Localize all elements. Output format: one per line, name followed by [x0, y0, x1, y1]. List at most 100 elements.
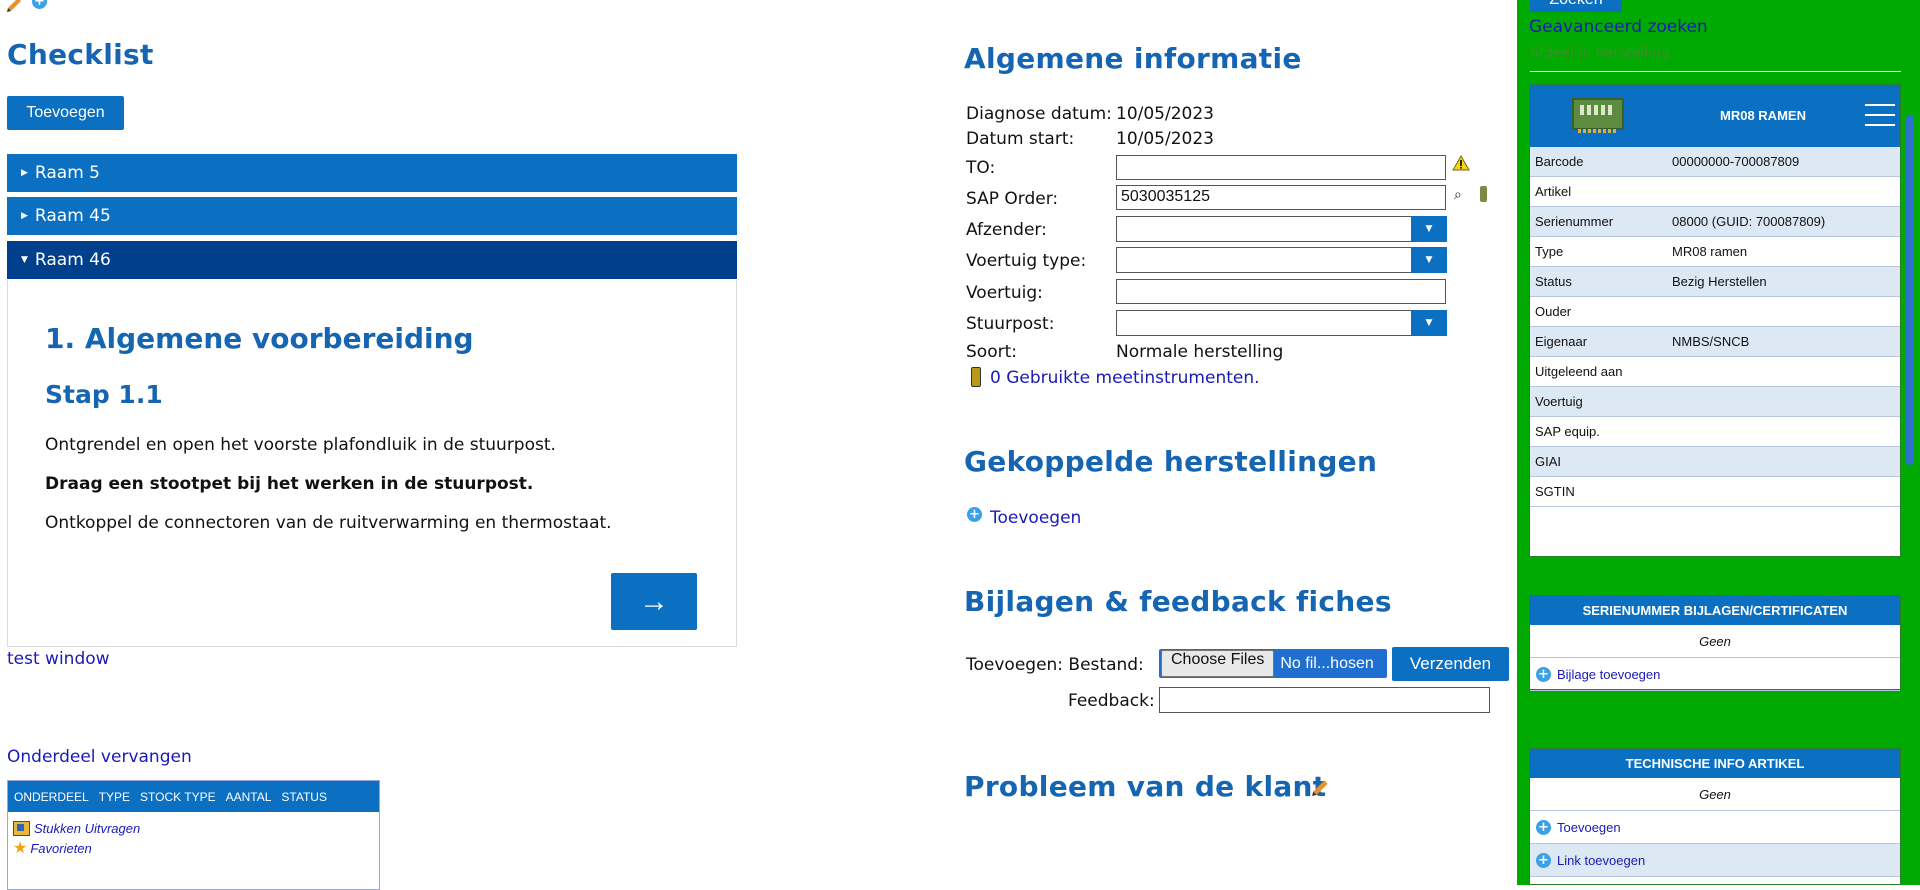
column-header[interactable]: STOCK TYPE: [140, 790, 216, 804]
technische-info-card: TECHNISCHE INFO ARTIKEL Geen + Toevoegen…: [1529, 748, 1901, 885]
info-value: 00000000-700087809: [1672, 154, 1800, 169]
soort-value: Normale herstelling: [1116, 342, 1284, 362]
sidebar-divider: [1530, 71, 1901, 72]
algemene-informatie-title: Algemene informatie: [964, 42, 1302, 75]
test-window-link[interactable]: test window: [7, 649, 110, 669]
info-row: SAP equip.: [1530, 417, 1900, 447]
datum-start-value: 10/05/2023: [1116, 129, 1214, 149]
info-row: Status Bezig Herstellen: [1530, 267, 1900, 297]
accordion-label: Raam 5: [34, 163, 100, 183]
star-icon: ★: [13, 840, 28, 857]
add-circle-icon: +: [1536, 666, 1551, 682]
zoeken-button[interactable]: Zoeken: [1530, 0, 1622, 12]
add-herstelling-link[interactable]: Toevoegen: [990, 508, 1081, 528]
link-label: Toevoegen: [1557, 819, 1621, 835]
column-header[interactable]: AANTAL: [226, 790, 272, 804]
voertuig-type-label: Voertuig type:: [966, 251, 1087, 271]
add-circle-icon[interactable]: +: [967, 507, 982, 522]
add-circle-icon: +: [1536, 819, 1551, 835]
accordion-raam-5[interactable]: ▶ Raam 5: [7, 154, 737, 193]
stuurpost-select[interactable]: ▼: [1116, 310, 1447, 336]
soort-label: Soort:: [966, 342, 1017, 362]
info-row: Barcode 00000000-700087809: [1530, 147, 1900, 177]
afdeel-link[interactable]: Afdeel in herstelling: [1530, 45, 1670, 61]
pencil-icon[interactable]: [1311, 776, 1331, 796]
sap-order-label: SAP Order:: [966, 189, 1059, 209]
add-circle-icon[interactable]: +: [32, 0, 47, 9]
info-key: Artikel: [1535, 184, 1572, 199]
search-icon[interactable]: ⌕: [1454, 187, 1462, 203]
accordion-raam-46[interactable]: ▼ Raam 46: [7, 241, 737, 280]
link-toevoegen-link[interactable]: + Link toevoegen: [1530, 844, 1900, 877]
file-input[interactable]: Choose Files No fil...hosen: [1159, 649, 1387, 678]
article-info-card: MR08 RAMEN Barcode 00000000-700087809 Art…: [1529, 84, 1901, 557]
info-key: Eigenaar: [1535, 334, 1588, 349]
tool-icon[interactable]: [1480, 186, 1487, 202]
accordion-raam-45[interactable]: ▶ Raam 45: [7, 197, 737, 236]
info-row: Uitgeleend aan: [1530, 357, 1900, 387]
link-label: Link toevoegen: [1557, 852, 1646, 868]
add-checklist-button[interactable]: Toevoegen: [7, 96, 124, 130]
add-circle-icon: +: [1536, 852, 1551, 868]
card-header: TECHNISCHE INFO ARTIKEL: [1530, 749, 1900, 778]
sidebar-scrollbar[interactable]: [1906, 115, 1914, 465]
favorieten-link[interactable]: ★ Favorieten: [13, 838, 379, 858]
pencil-icon[interactable]: [6, 0, 24, 12]
hamburger-menu-icon[interactable]: [1865, 104, 1895, 126]
column-header[interactable]: STATUS: [281, 790, 327, 804]
book-icon: [13, 820, 30, 836]
stuurpost-label: Stuurpost:: [966, 314, 1055, 334]
stukken-uitvragen-link[interactable]: Stukken Uitvragen: [13, 818, 379, 838]
feedback-input[interactable]: [1159, 687, 1490, 713]
voertuig-type-select[interactable]: ▼: [1116, 247, 1447, 273]
info-key: Type: [1535, 244, 1564, 259]
info-row: Serienummer 08000 (GUID: 700087809): [1530, 207, 1900, 237]
info-row: Eigenaar NMBS/SNCB: [1530, 327, 1900, 357]
chevron-down-icon[interactable]: ▼: [1411, 310, 1447, 336]
meetinstrumenten-link[interactable]: 0 Gebruikte meetinstrumenten.: [990, 368, 1260, 388]
to-input[interactable]: [1116, 155, 1446, 180]
link-label: Bijlage toevoegen: [1557, 666, 1661, 682]
diagnose-datum-label: Diagnose datum:: [966, 104, 1112, 124]
step-instruction: Ontgrendel en open het voorste plafondlu…: [45, 435, 556, 455]
info-row: Type MR08 ramen: [1530, 237, 1900, 267]
voertuig-label: Voertuig:: [966, 283, 1043, 303]
column-header[interactable]: TYPE: [99, 790, 130, 804]
caret-down-icon: ▼: [21, 255, 28, 265]
accordion-label: Raam 46: [34, 250, 111, 270]
top-toolbar: +: [6, 0, 47, 12]
tech-toevoegen-link[interactable]: + Toevoegen: [1530, 811, 1900, 844]
diagnose-datum-value: 10/05/2023: [1116, 104, 1214, 124]
article-info-header: MR08 RAMEN: [1530, 85, 1900, 147]
chevron-down-icon[interactable]: ▼: [1411, 247, 1447, 273]
gekoppelde-herstellingen-title: Gekoppelde herstellingen: [964, 445, 1378, 478]
info-value: MR08 ramen: [1672, 244, 1748, 259]
info-key: GIAI: [1535, 454, 1562, 469]
card-header: SERIENUMMER BIJLAGEN/CERTIFICATEN: [1530, 596, 1900, 625]
empty-state: Geen: [1530, 625, 1900, 658]
circuit-board-icon: [1572, 98, 1624, 133]
voertuig-input[interactable]: [1116, 279, 1446, 304]
info-value: 08000 (GUID: 700087809): [1672, 214, 1826, 229]
to-label: TO:: [966, 158, 996, 178]
toevoegen-bestand-label: Toevoegen: Bestand:: [966, 655, 1144, 675]
link-label: Favorieten: [30, 840, 92, 856]
next-step-button[interactable]: →: [611, 573, 697, 630]
onderdeel-vervangen-link[interactable]: Onderdeel vervangen: [7, 747, 192, 767]
chevron-down-icon[interactable]: ▼: [1411, 216, 1447, 242]
info-key: Status: [1535, 274, 1572, 289]
info-row: Ouder: [1530, 297, 1900, 327]
choose-files-button[interactable]: Choose Files: [1161, 650, 1275, 677]
verzenden-button[interactable]: Verzenden: [1392, 647, 1509, 681]
caret-right-icon: ▶: [21, 211, 28, 221]
advanced-search-link[interactable]: Geavanceerd zoeken: [1529, 17, 1708, 37]
info-key: SAP equip.: [1535, 424, 1600, 439]
bijlage-toevoegen-link[interactable]: + Bijlage toevoegen: [1530, 658, 1900, 691]
meter-icon: [971, 367, 981, 387]
accordion-label: Raam 45: [34, 206, 111, 226]
column-header[interactable]: ONDERDEEL: [14, 790, 89, 804]
info-rows: Barcode 00000000-700087809 Artikel Serien…: [1530, 147, 1900, 507]
sap-order-input[interactable]: 5030035125: [1116, 185, 1446, 210]
afzender-select[interactable]: ▼: [1116, 216, 1447, 242]
warning-icon: [1452, 155, 1470, 171]
